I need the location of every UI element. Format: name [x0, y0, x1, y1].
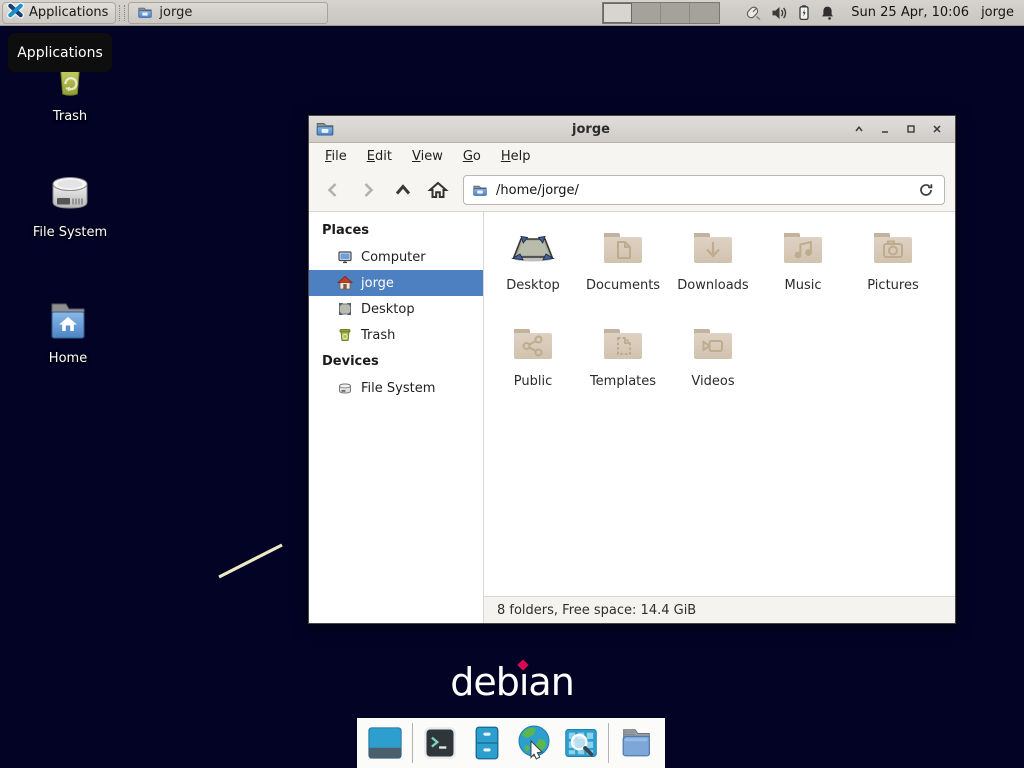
desktop-icon-label: Trash: [22, 109, 118, 124]
file-manager-launcher[interactable]: [616, 723, 656, 763]
sidebar-header-places: Places: [309, 217, 483, 244]
workspace-1[interactable]: [603, 3, 632, 23]
menu-view[interactable]: View: [402, 145, 453, 168]
desktop-surface-icon: [488, 224, 578, 272]
sidebar-item-computer[interactable]: Computer: [309, 244, 483, 270]
templates-folder-icon: [578, 320, 668, 368]
show-desktop-button[interactable]: [365, 723, 405, 763]
sidebar-header-devices: Devices: [309, 348, 483, 375]
file-cabinet-icon: [469, 724, 505, 762]
computer-icon: [337, 249, 353, 265]
sidebar-item-file-system[interactable]: File System: [309, 375, 483, 401]
titlebar[interactable]: jorge: [309, 116, 955, 143]
path-folder-icon: [472, 183, 488, 198]
folder-view[interactable]: Desktop Documents: [484, 212, 955, 596]
desktop-icon-label: Home: [20, 351, 116, 366]
mouse-settings-icon[interactable]: [742, 4, 762, 22]
menu-file[interactable]: File: [315, 145, 357, 168]
file-manager-window: jorge File Edit View Go Help: [308, 115, 956, 624]
back-button[interactable]: [317, 174, 349, 206]
window-title: jorge: [335, 122, 847, 137]
workspace-4[interactable]: [690, 3, 719, 23]
reload-button[interactable]: [914, 178, 938, 202]
folder-item-desktop[interactable]: Desktop: [488, 224, 578, 320]
menu-go[interactable]: Go: [453, 145, 491, 168]
web-browser-launcher[interactable]: [514, 723, 554, 763]
desktop-icon-file-system[interactable]: File System: [22, 170, 118, 240]
applications-tooltip: Applications: [8, 33, 112, 72]
menu-help[interactable]: Help: [491, 145, 541, 168]
folder-launcher-icon: [616, 724, 656, 762]
bottom-dock: [357, 718, 665, 768]
notifications-bell-icon[interactable]: [820, 5, 835, 21]
path-bar[interactable]: /home/jorge/: [463, 175, 945, 205]
menu-edit[interactable]: Edit: [357, 145, 402, 168]
sidebar: Places Computer jorge: [309, 212, 484, 623]
folder-item-videos[interactable]: Videos: [668, 320, 758, 416]
applications-menu-button[interactable]: Applications: [2, 2, 116, 24]
terminal-launcher[interactable]: [420, 723, 460, 763]
downloads-folder-icon: [668, 224, 758, 272]
folder-item-templates[interactable]: Templates: [578, 320, 668, 416]
folder-item-music[interactable]: Music: [758, 224, 848, 320]
window-icon: [315, 120, 335, 138]
dock-separator: [412, 723, 413, 763]
forward-button[interactable]: [352, 174, 384, 206]
volume-icon[interactable]: [771, 5, 788, 21]
sidebar-item-jorge[interactable]: jorge: [309, 270, 483, 296]
music-folder-icon: [758, 224, 848, 272]
close-button[interactable]: [925, 118, 949, 140]
trash-icon: [337, 327, 353, 343]
statusbar-text: 8 folders, Free space: 14.4 GiB: [497, 603, 696, 618]
toolbar: /home/jorge/: [309, 169, 955, 212]
drive-icon: [337, 380, 353, 396]
folder-item-downloads[interactable]: Downloads: [668, 224, 758, 320]
app-finder-icon: [562, 725, 600, 761]
videos-folder-icon: [668, 320, 758, 368]
home-icon: [337, 275, 353, 291]
debian-logo: debıan: [0, 660, 1024, 704]
dock-separator: [608, 723, 609, 763]
home-button[interactable]: [422, 174, 454, 206]
folder-item-public[interactable]: Public: [488, 320, 578, 416]
workspace-2[interactable]: [632, 3, 661, 23]
shade-button[interactable]: [847, 118, 871, 140]
up-button[interactable]: [387, 174, 419, 206]
minimize-button[interactable]: [873, 118, 897, 140]
stray-line-artifact: [210, 535, 292, 587]
workspace-3[interactable]: [661, 3, 690, 23]
terminal-icon: [422, 725, 458, 761]
home-folder-icon: [20, 296, 116, 344]
applications-menu-label: Applications: [29, 5, 108, 20]
globe-browser-icon: [514, 723, 554, 763]
top-panel: Applications jorge: [0, 0, 1024, 26]
taskbar-button-label: jorge: [159, 5, 192, 20]
hard-drive-icon: [22, 170, 118, 218]
desktop-icon-label: File System: [22, 225, 118, 240]
window-folder-icon: [137, 5, 153, 20]
folder-item-documents[interactable]: Documents: [578, 224, 668, 320]
pictures-folder-icon: [848, 224, 938, 272]
sidebar-item-desktop[interactable]: Desktop: [309, 296, 483, 322]
path-text[interactable]: /home/jorge/: [496, 183, 914, 198]
app-finder-launcher[interactable]: [561, 723, 601, 763]
workspace-switcher: [602, 2, 720, 24]
menubar: File Edit View Go Help: [309, 143, 955, 169]
show-desktop-icon: [366, 724, 404, 762]
panel-clock[interactable]: Sun 25 Apr, 10:06: [851, 5, 969, 20]
file-cabinet-launcher[interactable]: [467, 723, 507, 763]
taskbar-button-jorge[interactable]: jorge: [128, 2, 328, 24]
public-folder-icon: [488, 320, 578, 368]
panel-username: jorge: [981, 5, 1014, 20]
desktop-icon-home[interactable]: Home: [20, 296, 116, 366]
statusbar: 8 folders, Free space: 14.4 GiB: [484, 596, 955, 623]
folder-item-pictures[interactable]: Pictures: [848, 224, 938, 320]
xfce-x-logo-icon: [7, 2, 24, 23]
desktop-icon: [337, 301, 353, 317]
documents-folder-icon: [578, 224, 668, 272]
panel-handle[interactable]: [119, 5, 125, 21]
sidebar-item-trash[interactable]: Trash: [309, 322, 483, 348]
maximize-button[interactable]: [899, 118, 923, 140]
battery-icon[interactable]: [797, 4, 811, 21]
